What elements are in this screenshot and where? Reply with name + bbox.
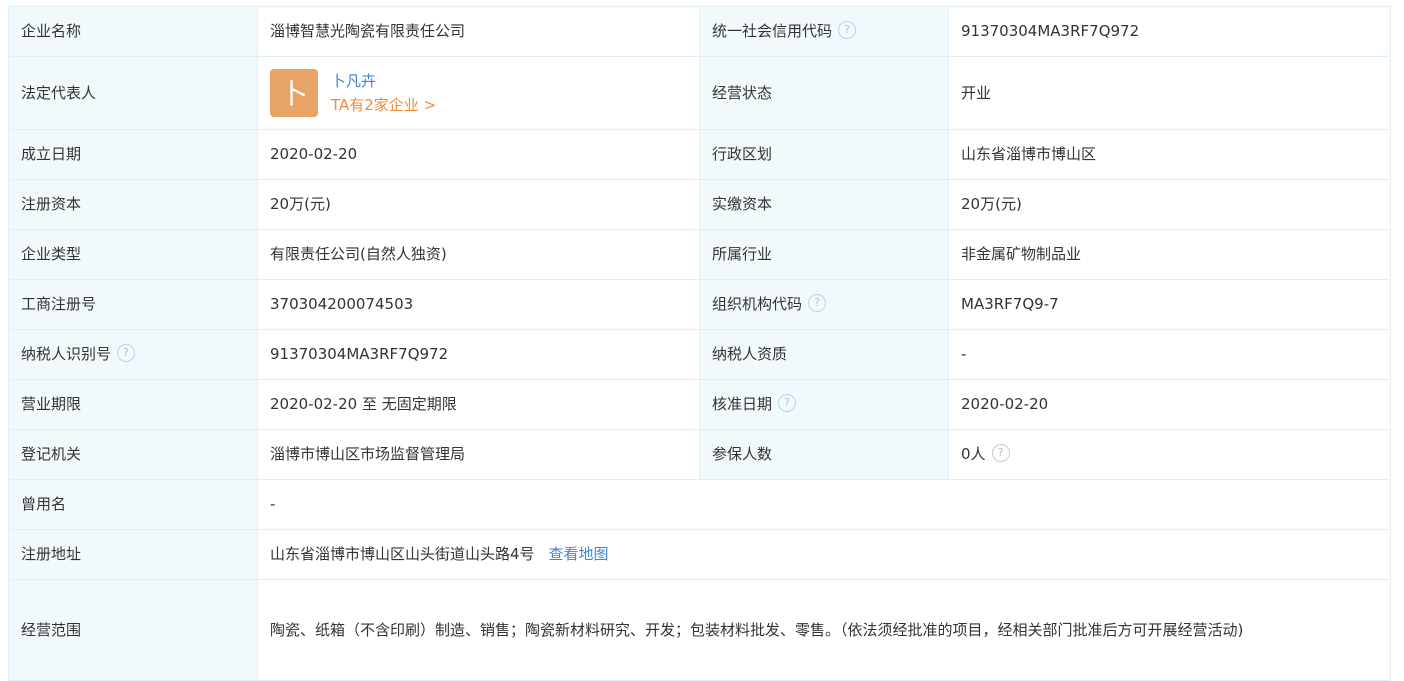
- taxpayer-id-label-cell: 纳税人识别号?: [8, 329, 258, 380]
- help-icon[interactable]: ?: [117, 343, 136, 362]
- help-icon[interactable]: ?: [778, 393, 797, 412]
- insured-value: 0人: [961, 445, 986, 463]
- region-label: 行政区划: [699, 129, 949, 180]
- help-icon[interactable]: ?: [808, 293, 827, 312]
- table-row: 注册资本 20万(元) 实缴资本 20万(元): [8, 179, 1391, 230]
- taxpayer-id-value: 91370304MA3RF7Q972: [257, 329, 700, 380]
- registered-capital-label: 注册资本: [8, 179, 258, 230]
- org-code-value: MA3RF7Q9-7: [948, 279, 1391, 330]
- help-icon[interactable]: ?: [838, 20, 857, 39]
- table-row: 企业类型 有限责任公司(自然人独资) 所属行业 非金属矿物制品业: [8, 229, 1391, 280]
- table-row: 工商注册号 370304200074503 组织机构代码? MA3RF7Q9-7: [8, 279, 1391, 330]
- paid-capital-label: 实缴资本: [699, 179, 949, 230]
- address-value: 山东省淄博市博山区山头街道山头路4号: [270, 545, 535, 563]
- legal-rep-cell: 卜 卜凡卉 TA有2家企业 >: [257, 56, 700, 130]
- company-info-panel: 企业名称 淄博智慧光陶瓷有限责任公司 统一社会信用代码? 91370304MA3…: [8, 6, 1391, 681]
- registered-capital-value: 20万(元): [257, 179, 700, 230]
- table-row: 登记机关 淄博市博山区市场监督管理局 参保人数 0人?: [8, 429, 1391, 480]
- address-label: 注册地址: [8, 529, 258, 580]
- table-row: 注册地址 山东省淄博市博山区山头街道山头路4号 查看地图: [8, 529, 1391, 580]
- table-row: 法定代表人 卜 卜凡卉 TA有2家企业 > 经营状态 开业: [8, 56, 1391, 130]
- former-name-value: -: [257, 479, 1391, 530]
- approval-date-value: 2020-02-20: [948, 379, 1391, 430]
- reg-number-value: 370304200074503: [257, 279, 700, 330]
- status-value: 开业: [948, 56, 1391, 130]
- approval-date-label: 核准日期: [712, 395, 773, 413]
- industry-value: 非金属矿物制品业: [948, 229, 1391, 280]
- company-info-table: 企业名称 淄博智慧光陶瓷有限责任公司 统一社会信用代码? 91370304MA3…: [8, 6, 1391, 681]
- credit-code-label: 统一社会信用代码: [712, 22, 833, 40]
- established-value: 2020-02-20: [257, 129, 700, 180]
- legal-rep-name-link[interactable]: 卜凡卉: [331, 69, 436, 93]
- taxpayer-qual-value: -: [948, 329, 1391, 380]
- insured-cell: 0人?: [948, 429, 1391, 480]
- credit-code-label-cell: 统一社会信用代码?: [699, 6, 949, 57]
- region-value: 山东省淄博市博山区: [948, 129, 1391, 180]
- approval-date-label-cell: 核准日期?: [699, 379, 949, 430]
- paid-capital-value: 20万(元): [948, 179, 1391, 230]
- legal-rep-label: 法定代表人: [8, 56, 258, 130]
- credit-code-value: 91370304MA3RF7Q972: [948, 6, 1391, 57]
- table-row: 成立日期 2020-02-20 行政区划 山东省淄博市博山区: [8, 129, 1391, 180]
- company-type-label: 企业类型: [8, 229, 258, 280]
- table-row: 营业期限 2020-02-20 至 无固定期限 核准日期? 2020-02-20: [8, 379, 1391, 430]
- legal-rep-companies-link[interactable]: TA有2家企业 >: [331, 93, 436, 117]
- table-row: 纳税人识别号? 91370304MA3RF7Q972 纳税人资质 -: [8, 329, 1391, 380]
- taxpayer-id-label: 纳税人识别号: [21, 345, 112, 363]
- company-name-label: 企业名称: [8, 6, 258, 57]
- org-code-label-cell: 组织机构代码?: [699, 279, 949, 330]
- scope-label: 经营范围: [8, 579, 258, 681]
- view-map-link[interactable]: 查看地图: [549, 545, 609, 563]
- address-cell: 山东省淄博市博山区山头街道山头路4号 查看地图: [257, 529, 1391, 580]
- established-label: 成立日期: [8, 129, 258, 180]
- business-term-label: 营业期限: [8, 379, 258, 430]
- insured-label: 参保人数: [699, 429, 949, 480]
- authority-value: 淄博市博山区市场监督管理局: [257, 429, 700, 480]
- table-row: 经营范围 陶瓷、纸箱（不含印刷）制造、销售；陶瓷新材料研究、开发；包装材料批发、…: [8, 579, 1391, 681]
- company-type-value: 有限责任公司(自然人独资): [257, 229, 700, 280]
- taxpayer-qual-label: 纳税人资质: [699, 329, 949, 380]
- avatar[interactable]: 卜: [270, 69, 318, 117]
- industry-label: 所属行业: [699, 229, 949, 280]
- org-code-label: 组织机构代码: [712, 295, 803, 313]
- table-row: 曾用名 -: [8, 479, 1391, 530]
- former-name-label: 曾用名: [8, 479, 258, 530]
- authority-label: 登记机关: [8, 429, 258, 480]
- status-label: 经营状态: [699, 56, 949, 130]
- reg-number-label: 工商注册号: [8, 279, 258, 330]
- business-term-value: 2020-02-20 至 无固定期限: [257, 379, 700, 430]
- company-name-value: 淄博智慧光陶瓷有限责任公司: [257, 6, 700, 57]
- help-icon[interactable]: ?: [991, 443, 1010, 462]
- scope-value: 陶瓷、纸箱（不含印刷）制造、销售；陶瓷新材料研究、开发；包装材料批发、零售。（依…: [257, 579, 1391, 681]
- table-row: 企业名称 淄博智慧光陶瓷有限责任公司 统一社会信用代码? 91370304MA3…: [8, 6, 1391, 57]
